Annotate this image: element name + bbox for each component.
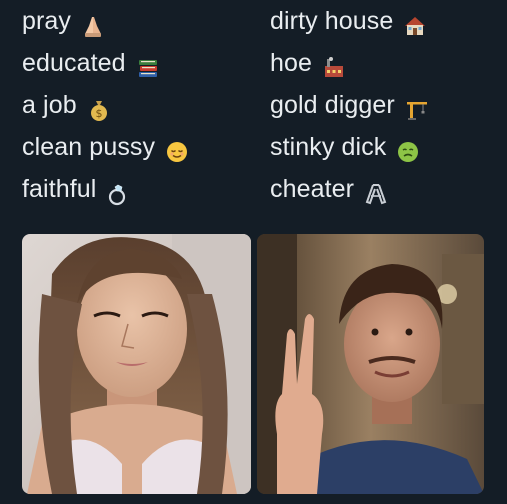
list-item: hoe <box>270 42 500 84</box>
list-item-label: educated <box>22 49 126 77</box>
list-item: cheater <box>270 168 500 210</box>
relieved-face-icon <box>165 135 189 162</box>
nauseated-face-icon <box>396 135 420 162</box>
meme-page: pray educated a job $ clean pussy faithf… <box>0 0 507 504</box>
money-bag-icon: $ <box>87 93 111 121</box>
list-item-label: a job <box>22 91 77 119</box>
list-item: stinky dick <box>270 126 500 168</box>
books-icon <box>136 51 160 77</box>
left-word-list: pray educated a job $ clean pussy faithf… <box>22 0 252 210</box>
list-item: dirty house <box>270 0 500 42</box>
linked-rings-icon <box>364 177 388 205</box>
construction-crane-icon <box>405 93 429 120</box>
list-item: gold digger <box>270 84 500 126</box>
list-item-label: gold digger <box>270 91 395 119</box>
list-item-label: hoe <box>270 49 313 77</box>
list-item-label: clean pussy <box>22 133 156 161</box>
list-item-label: dirty house <box>270 7 394 35</box>
man-photo <box>257 234 484 494</box>
list-item: pray <box>22 0 252 42</box>
right-word-list: dirty house hoe gold digger stinky dick … <box>270 0 500 210</box>
svg-text:$: $ <box>95 107 102 120</box>
woman-photo <box>22 234 251 494</box>
list-item-label: stinky dick <box>270 133 387 161</box>
factory-icon <box>322 51 346 77</box>
list-item: a job $ <box>22 84 252 126</box>
list-item-label: pray <box>22 7 72 35</box>
list-item: educated <box>22 42 252 84</box>
list-item-label: faithful <box>22 175 97 203</box>
folded-hands-icon <box>81 9 105 37</box>
ring-icon <box>106 177 130 206</box>
house-icon <box>403 9 427 35</box>
list-item-label: cheater <box>270 175 355 203</box>
list-item: faithful <box>22 168 252 210</box>
list-item: clean pussy <box>22 126 252 168</box>
